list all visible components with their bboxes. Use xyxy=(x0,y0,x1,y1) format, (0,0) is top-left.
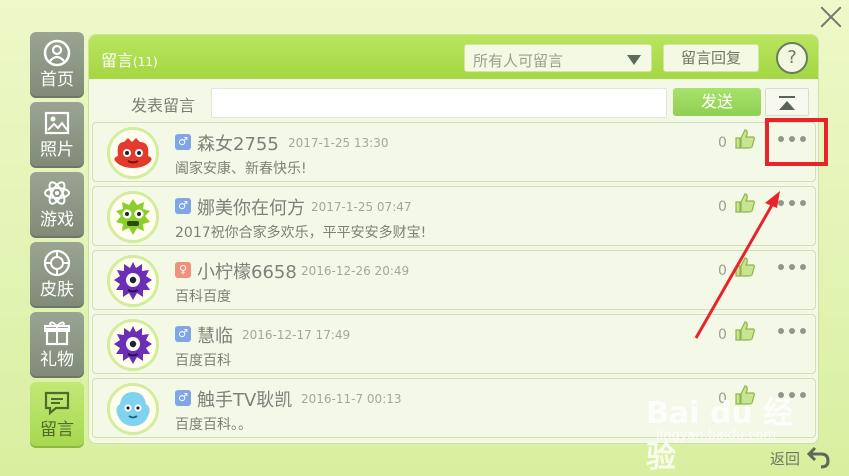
profile-icon xyxy=(43,39,71,67)
scroll-top-button[interactable] xyxy=(765,88,809,116)
sidebar-item-label: 照片 xyxy=(40,140,74,160)
sidebar-item-label: 留言 xyxy=(40,420,74,440)
message-content: 2017祝你合家多欢乐，平平安安多财宝! xyxy=(175,225,427,241)
scroll-top-bar-icon xyxy=(779,96,795,98)
message-board-panel: 留言(11) 所有人可留言 留言回复 ? 发表留言 发送 ♂ 森女2755 20… xyxy=(88,34,819,444)
nickname[interactable]: 森女2755 xyxy=(197,130,279,156)
permission-value: 所有人可留言 xyxy=(473,52,564,70)
thumbs-up-icon[interactable] xyxy=(733,191,757,215)
like-count: 0 xyxy=(718,263,727,279)
female-icon: ♀ xyxy=(175,262,191,278)
sidebar: 首页 照片 游戏 皮肤 礼物 留言 xyxy=(30,32,84,448)
message-content: 百度百科。。 xyxy=(175,417,252,433)
compose-label: 发表留言 xyxy=(131,96,196,115)
more-options-icon[interactable] xyxy=(778,197,808,209)
timestamp: 2016-11-7 00:13 xyxy=(301,392,402,406)
message-count: (11) xyxy=(133,55,158,69)
male-icon: ♂ xyxy=(175,326,191,342)
sidebar-item-games[interactable]: 游戏 xyxy=(30,172,84,238)
blue-monster-avatar-icon xyxy=(116,392,150,426)
message-content: 百科百度 xyxy=(175,289,231,305)
avatar[interactable] xyxy=(107,127,159,179)
thumbs-up-icon[interactable] xyxy=(733,255,757,279)
back-button[interactable]: 返回 xyxy=(770,448,800,469)
page-title: 留言(11) xyxy=(101,47,158,71)
title-text: 留言 xyxy=(101,51,134,70)
avatar[interactable] xyxy=(107,255,159,307)
scroll-top-icon xyxy=(779,101,795,110)
male-icon: ♂ xyxy=(175,134,191,150)
nickname[interactable]: 触手TV耿凯 xyxy=(197,386,292,412)
avatar[interactable] xyxy=(107,319,159,371)
help-icon[interactable]: ? xyxy=(776,42,808,74)
sidebar-item-messages[interactable]: 留言 xyxy=(30,382,84,448)
thumbs-up-icon[interactable] xyxy=(733,319,757,343)
more-options-icon[interactable] xyxy=(778,261,808,273)
timestamp: 2016-12-26 20:49 xyxy=(301,264,410,278)
like-count: 0 xyxy=(718,327,727,343)
sidebar-item-label: 游戏 xyxy=(40,210,74,230)
message-reply-button[interactable]: 留言回复 xyxy=(663,44,759,72)
nickname[interactable]: 娜美你在何方 xyxy=(197,194,305,220)
list-item: ♂ 娜美你在何方 2017-1-25 07:47 2017祝你合家多欢乐，平平安… xyxy=(92,186,816,246)
watermark-url: jingyan.baidu.com xyxy=(656,428,776,443)
sidebar-item-home[interactable]: 首页 xyxy=(30,32,84,98)
back-arrow-icon[interactable] xyxy=(806,444,832,470)
gift-icon xyxy=(44,321,70,346)
list-item: ♀ 小柠檬6658 2016-12-26 20:49 百科百度 0 xyxy=(92,250,816,310)
timestamp: 2017-1-25 13:30 xyxy=(288,136,389,150)
message-content: 阖家安康、新春快乐! xyxy=(175,161,307,177)
skin-icon xyxy=(43,249,71,277)
purple-monster-avatar-icon xyxy=(114,262,152,300)
atom-icon xyxy=(44,181,70,205)
sidebar-item-photos[interactable]: 照片 xyxy=(30,102,84,168)
thumbs-up-icon[interactable] xyxy=(733,127,757,151)
nickname[interactable]: 小柠檬6658 xyxy=(197,258,297,284)
sidebar-item-gifts[interactable]: 礼物 xyxy=(30,312,84,378)
message-content: 百度百科 xyxy=(175,353,231,369)
panel-header: 留言(11) 所有人可留言 留言回复 ? xyxy=(89,35,818,79)
sidebar-item-label: 首页 xyxy=(40,70,74,90)
more-options-icon[interactable] xyxy=(778,325,808,337)
timestamp: 2016-12-17 17:49 xyxy=(242,328,351,342)
photo-icon xyxy=(44,111,70,135)
purple-monster-avatar-icon xyxy=(114,326,152,364)
send-button[interactable]: 发送 xyxy=(673,88,761,116)
sidebar-item-label: 礼物 xyxy=(40,350,74,370)
like-count: 0 xyxy=(718,199,727,215)
like-count: 0 xyxy=(718,135,727,151)
male-icon: ♂ xyxy=(175,198,191,214)
list-item: ♂ 慧临 2016-12-17 17:49 百度百科 0 xyxy=(92,314,816,374)
message-icon xyxy=(44,391,70,416)
avatar[interactable] xyxy=(107,383,159,435)
permission-select[interactable]: 所有人可留言 xyxy=(464,44,652,72)
sidebar-item-label: 皮肤 xyxy=(40,280,74,300)
green-monster-avatar-icon xyxy=(116,199,150,235)
timestamp: 2017-1-25 07:47 xyxy=(311,200,412,214)
caret-down-icon xyxy=(627,55,641,65)
male-icon: ♂ xyxy=(175,390,191,406)
close-icon[interactable] xyxy=(819,4,843,28)
nickname[interactable]: 慧临 xyxy=(197,322,233,348)
avatar[interactable] xyxy=(107,191,159,243)
list-item: ♂ 森女2755 2017-1-25 13:30 阖家安康、新春快乐! 0 xyxy=(92,122,816,182)
highlight-box xyxy=(765,118,828,166)
sidebar-item-skins[interactable]: 皮肤 xyxy=(30,242,84,308)
red-monster-avatar-icon xyxy=(114,138,152,168)
compose-input[interactable] xyxy=(211,88,667,118)
